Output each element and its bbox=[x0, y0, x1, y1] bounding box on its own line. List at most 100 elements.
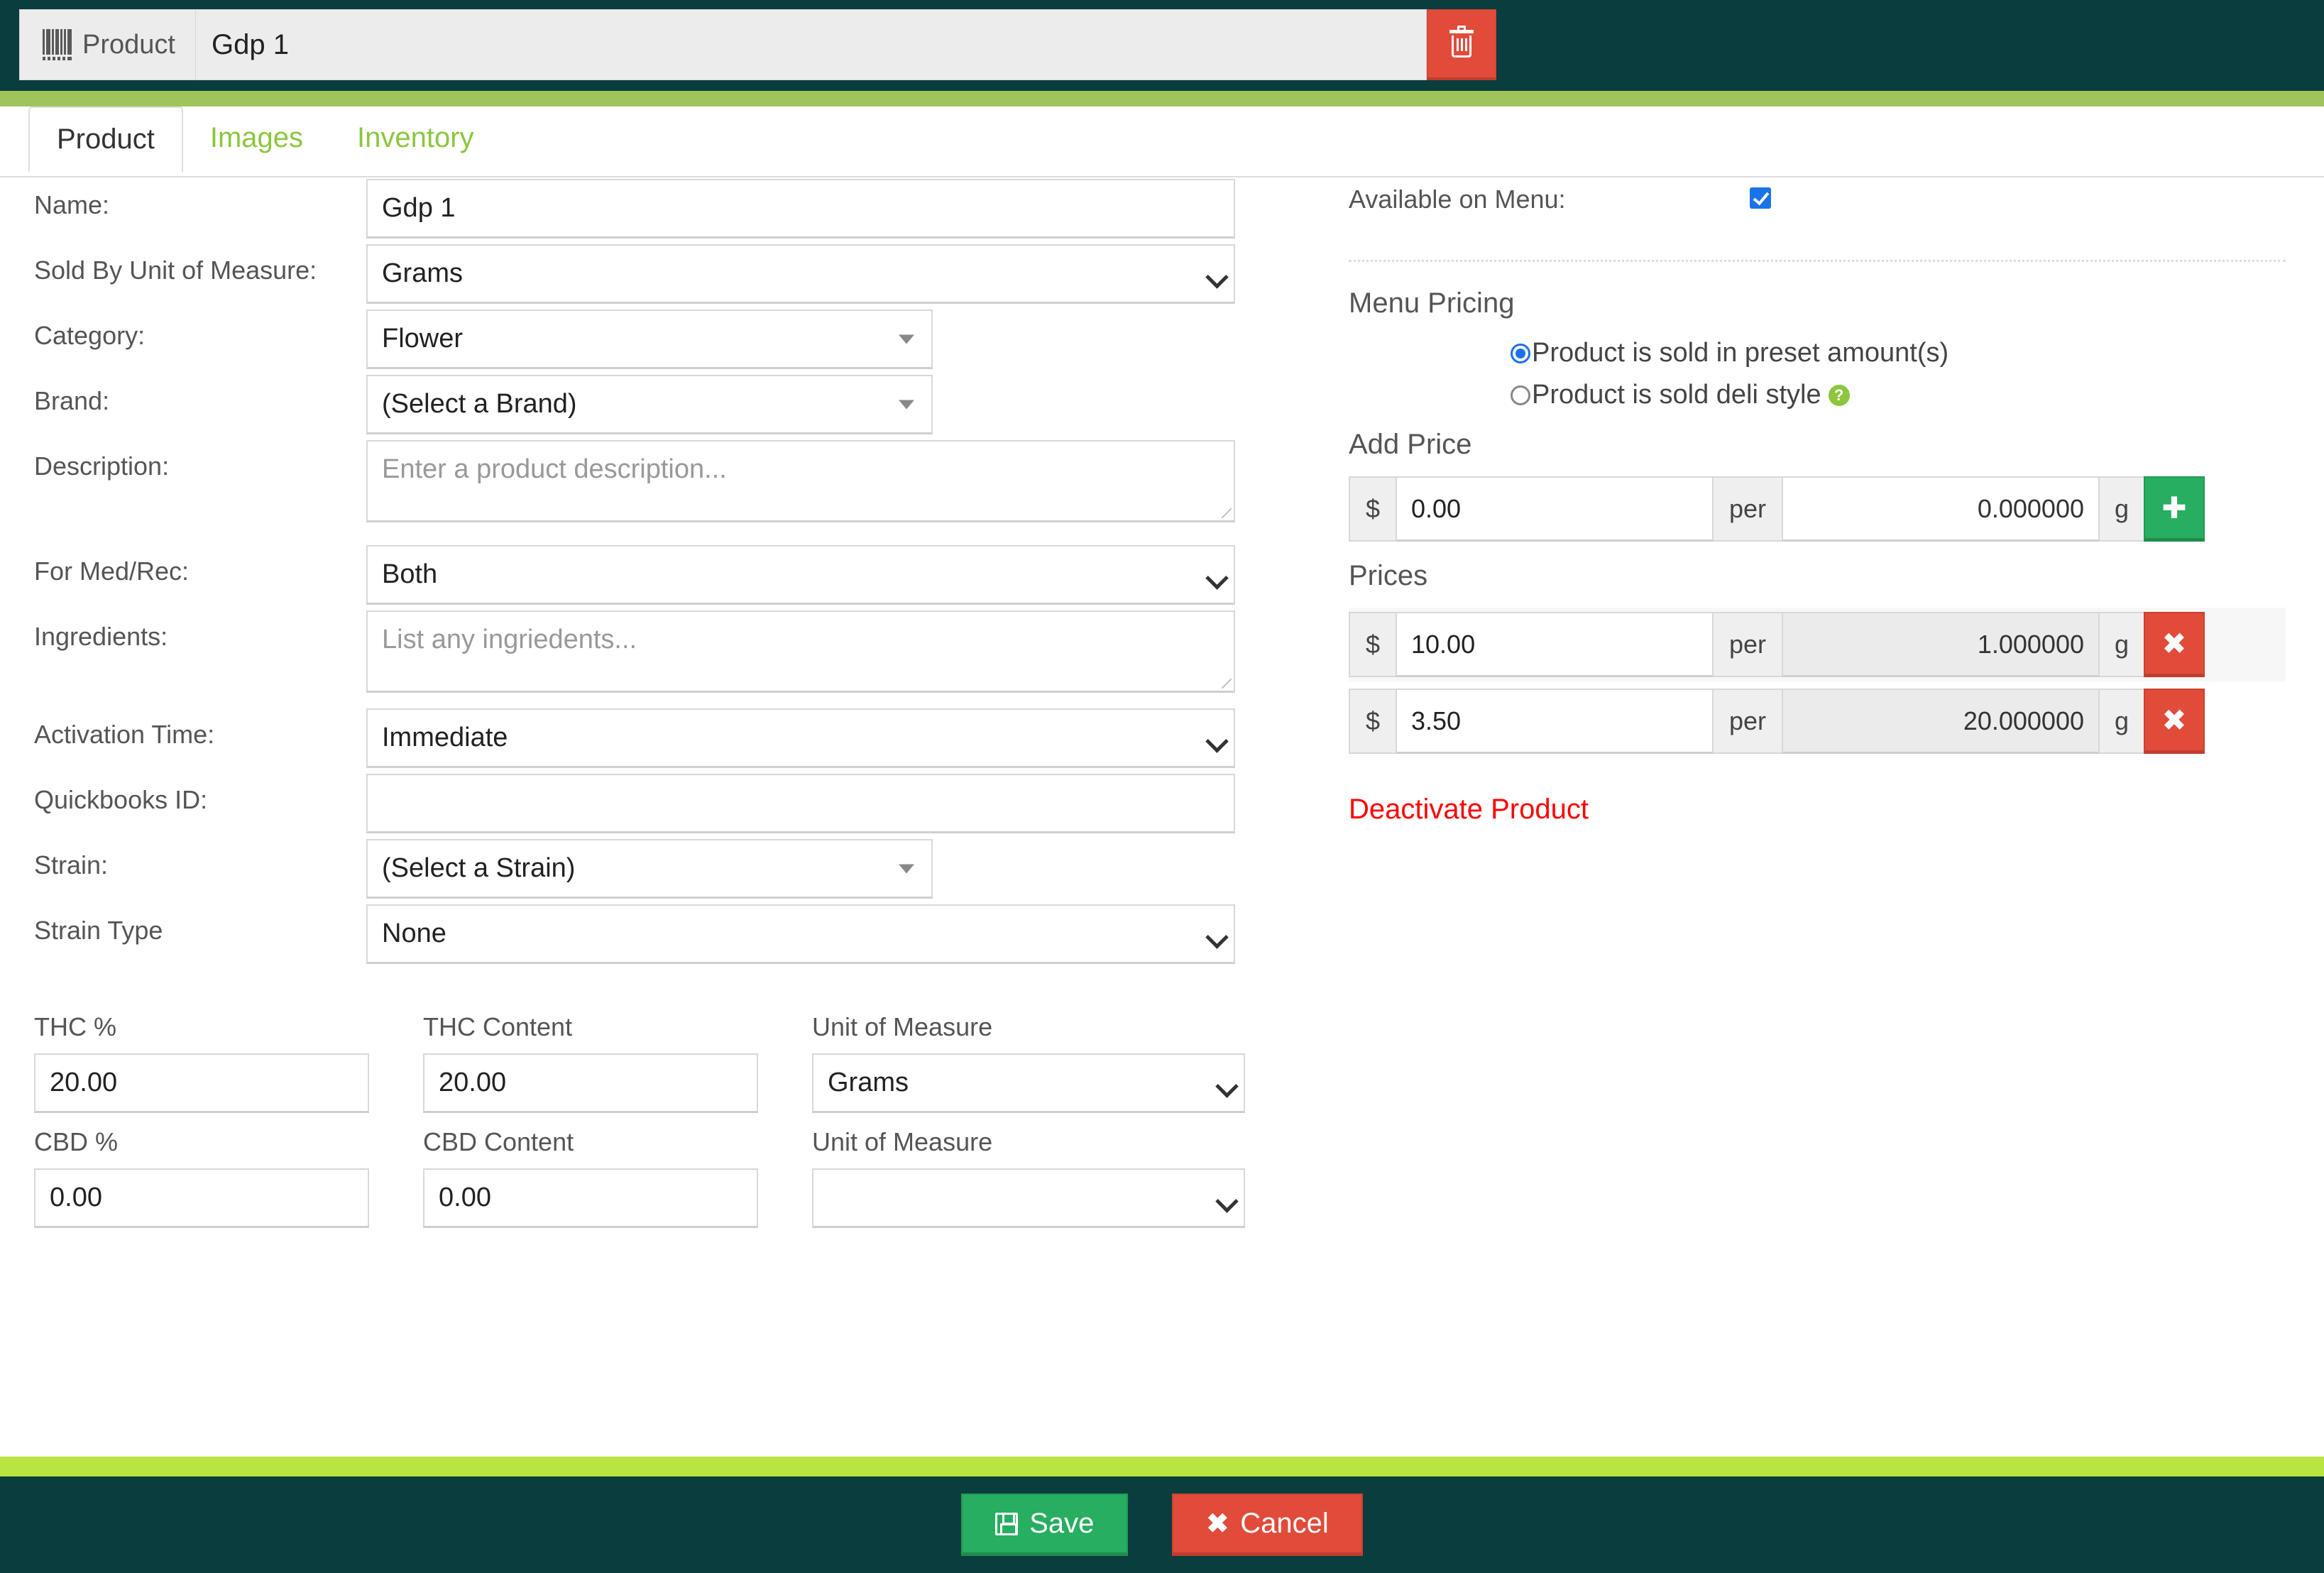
field-row-category: Category: Flower bbox=[0, 309, 1271, 375]
brand-select[interactable]: (Select a Brand) bbox=[366, 375, 933, 434]
radio-deli-icon bbox=[1511, 385, 1530, 405]
strain-type-select[interactable]: None bbox=[366, 904, 1235, 964]
thc-input-row: 20.00 20.00 Grams bbox=[34, 1053, 1271, 1113]
thc-uom-label: Unit of Measure bbox=[812, 1012, 993, 1041]
thc-pct-input[interactable]: 20.00 bbox=[34, 1053, 369, 1113]
accent-stripe-bottom bbox=[0, 1457, 2324, 1476]
footer-bar: Save ✖ Cancel bbox=[0, 1476, 2324, 1573]
quickbooks-id-input[interactable] bbox=[366, 774, 1235, 833]
sold-by-uom-select[interactable]: Grams bbox=[366, 244, 1235, 304]
cbd-uom-select[interactable] bbox=[812, 1168, 1245, 1228]
available-on-menu-label: Available on Menu: bbox=[1349, 185, 1566, 214]
name-input[interactable]: Gdp 1 bbox=[366, 179, 1235, 239]
quickbooks-id-label: Quickbooks ID: bbox=[34, 785, 208, 814]
thc-label-row: THC % THC Content Unit of Measure bbox=[34, 1012, 1271, 1042]
activation-time-select[interactable]: Immediate bbox=[366, 708, 1235, 768]
cbd-input-row: 0.00 0.00 bbox=[34, 1168, 1271, 1228]
field-row-name: Name: Gdp 1 bbox=[0, 179, 1271, 244]
floppy-disk-icon bbox=[995, 1512, 1019, 1535]
thc-uom-select[interactable]: Grams bbox=[812, 1053, 1245, 1113]
sold-by-uom-label: Sold By Unit of Measure: bbox=[34, 256, 317, 285]
ingredients-textarea[interactable]: List any ingriedents... bbox=[366, 610, 1235, 693]
field-row-strain-type: Strain Type None bbox=[0, 904, 1271, 970]
add-price-button[interactable]: ✚ bbox=[2144, 476, 2205, 542]
tab-inventory[interactable]: Inventory bbox=[330, 106, 501, 171]
price-currency-symbol: $ bbox=[1349, 612, 1396, 677]
category-select[interactable]: Flower bbox=[366, 309, 933, 369]
description-label: Description: bbox=[34, 451, 170, 481]
tab-inventory-label: Inventory bbox=[357, 122, 474, 153]
prices-title: Prices bbox=[1349, 560, 1428, 591]
resize-grip-icon[interactable] bbox=[1222, 508, 1232, 518]
description-textarea[interactable]: Enter a product description... bbox=[366, 440, 1235, 522]
price-qty-value: 20.000000 bbox=[1963, 706, 2084, 735]
thc-content-value: 20.00 bbox=[439, 1068, 507, 1097]
cbd-pct-input[interactable]: 0.00 bbox=[34, 1168, 369, 1228]
add-price-input[interactable]: 0.00 bbox=[1396, 476, 1714, 542]
price-unit-label: g bbox=[2100, 689, 2144, 754]
deactivate-product-link[interactable]: Deactivate Product bbox=[1349, 794, 1589, 826]
remove-price-button[interactable]: ✖ bbox=[2144, 689, 2205, 754]
add-price-currency-symbol: $ bbox=[1349, 476, 1396, 542]
price-unit-label: g bbox=[2100, 612, 2144, 677]
price-currency-symbol: $ bbox=[1349, 689, 1396, 754]
price-per-label: per bbox=[1714, 689, 1782, 754]
med-rec-label: For Med/Rec: bbox=[34, 557, 190, 586]
thc-pct-label: THC % bbox=[34, 1012, 116, 1041]
name-label: Name: bbox=[34, 190, 110, 219]
radio-preset-amounts[interactable]: Product is sold in preset amount(s) bbox=[1511, 338, 2286, 368]
cbd-content-label: CBD Content bbox=[423, 1127, 574, 1156]
remove-price-button[interactable]: ✖ bbox=[2144, 612, 2205, 677]
caret-down-icon bbox=[899, 400, 914, 410]
cancel-button[interactable]: ✖ Cancel bbox=[1172, 1493, 1363, 1556]
thc-pct-value: 20.00 bbox=[50, 1068, 118, 1097]
caret-down-icon bbox=[899, 334, 914, 344]
price-input[interactable]: 3.50 bbox=[1396, 689, 1714, 754]
med-rec-select[interactable]: Both bbox=[366, 545, 1235, 605]
field-row-activation-time: Activation Time: Immediate bbox=[0, 708, 1271, 774]
field-row-ingredients: Ingredients: List any ingriedents... bbox=[0, 610, 1271, 708]
price-input[interactable]: 10.00 bbox=[1396, 612, 1714, 677]
delete-product-button[interactable] bbox=[1426, 9, 1496, 80]
x-icon: ✖ bbox=[2161, 627, 2187, 660]
top-bar: Product Gdp 1 bbox=[0, 0, 2324, 91]
price-qty-value: 1.000000 bbox=[1977, 629, 2084, 659]
question-mark-icon[interactable]: ? bbox=[1828, 384, 1850, 406]
strain-type-value: None bbox=[382, 919, 446, 948]
strain-select[interactable]: (Select a Strain) bbox=[366, 839, 933, 899]
section-divider bbox=[1349, 260, 2286, 262]
field-row-brand: Brand: (Select a Brand) bbox=[0, 375, 1271, 440]
cbd-label-row: CBD % CBD Content Unit of Measure bbox=[34, 1127, 1271, 1157]
barcode-icon bbox=[43, 29, 72, 60]
product-tag: Product bbox=[19, 9, 195, 80]
cbd-content-input[interactable]: 0.00 bbox=[423, 1168, 758, 1228]
cbd-pct-value: 0.00 bbox=[50, 1183, 102, 1212]
product-form: Name: Gdp 1 Sold By Unit of Measure: Gra… bbox=[0, 179, 1271, 1228]
cbd-pct-label: CBD % bbox=[34, 1127, 119, 1156]
x-icon: ✖ bbox=[2161, 703, 2187, 737]
radio-deli-style[interactable]: Product is sold deli style ? bbox=[1511, 380, 2286, 410]
resize-grip-icon[interactable] bbox=[1222, 679, 1232, 689]
price-value: 10.00 bbox=[1411, 629, 1476, 659]
cbd-uom-label: Unit of Measure bbox=[812, 1127, 993, 1156]
caret-down-icon bbox=[899, 864, 914, 874]
tab-bar: Product Images Inventory bbox=[0, 106, 2324, 177]
strain-type-label: Strain Type bbox=[34, 916, 163, 945]
save-button[interactable]: Save bbox=[961, 1493, 1129, 1556]
tab-images[interactable]: Images bbox=[183, 106, 330, 171]
accent-stripe-top bbox=[0, 91, 2324, 106]
price-per-label: per bbox=[1714, 612, 1782, 677]
product-name-header-input[interactable]: Gdp 1 bbox=[194, 9, 1427, 80]
available-on-menu-checkbox[interactable] bbox=[1750, 187, 1771, 209]
table-row: $ 10.00 per 1.000000 g ✖ bbox=[1349, 608, 2286, 681]
tab-images-label: Images bbox=[209, 122, 304, 153]
tab-product-label: Product bbox=[57, 124, 155, 155]
add-price-qty-input[interactable]: 0.000000 bbox=[1782, 476, 2100, 542]
trash-icon bbox=[1449, 25, 1474, 58]
brand-label: Brand: bbox=[34, 386, 110, 415]
thc-content-input[interactable]: 20.00 bbox=[423, 1053, 758, 1113]
table-row: $ 3.50 per 20.000000 g ✖ bbox=[1349, 689, 2286, 754]
tab-product[interactable]: Product bbox=[28, 106, 183, 172]
price-value: 3.50 bbox=[1411, 706, 1462, 735]
med-rec-value: Both bbox=[382, 559, 438, 589]
